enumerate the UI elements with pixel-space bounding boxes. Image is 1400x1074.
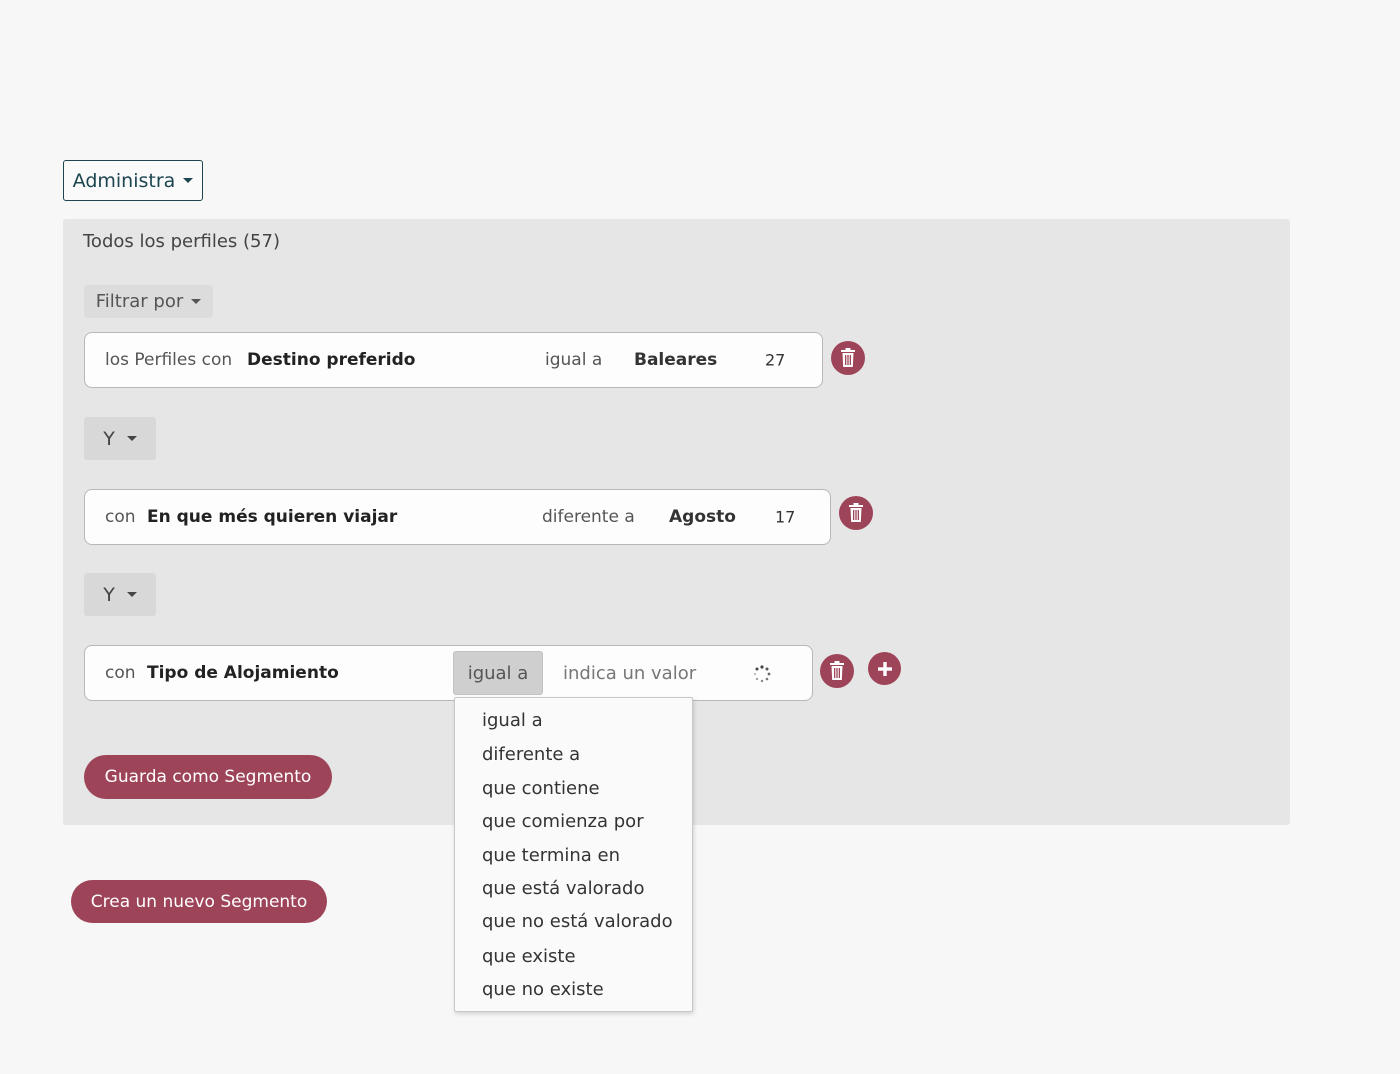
rule-operator[interactable]: diferente a (542, 507, 635, 527)
rule-prefix: con (105, 507, 136, 527)
trash-icon (841, 348, 855, 367)
operator-option[interactable]: que termina en (482, 845, 620, 866)
operator-option[interactable]: diferente a (482, 744, 580, 765)
filter-rule-2[interactable]: con En que més quieren viajar diferente … (84, 489, 831, 545)
save-as-segment-button[interactable]: Guarda como Segmento (84, 755, 332, 799)
operator-dropdown-menu: igual a diferente a que contiene que com… (454, 697, 693, 1012)
operator-option[interactable]: que contiene (482, 778, 600, 799)
rule-value[interactable]: Baleares (634, 350, 717, 370)
delete-rule-1-button[interactable] (831, 341, 865, 375)
operator-select[interactable]: igual a (453, 651, 543, 695)
filter-by-label: Filtrar por (95, 291, 184, 312)
rule-field[interactable]: Tipo de Alojamiento (147, 663, 339, 683)
rule-value-input[interactable] (563, 658, 733, 688)
filter-by-button[interactable]: Filtrar por (84, 285, 213, 318)
rule-value[interactable]: Agosto (669, 507, 736, 527)
rule-count: 27 (765, 350, 786, 370)
connector-and-button-1[interactable]: Y (84, 417, 156, 460)
operator-option[interactable]: que está valorado (482, 878, 644, 899)
connector-and-button-2[interactable]: Y (84, 573, 156, 616)
operator-option[interactable]: que no existe (482, 979, 604, 1000)
trash-icon (830, 661, 844, 680)
caret-down-icon (183, 178, 194, 183)
filter-rule-1[interactable]: los Perfiles con Destino preferido igual… (84, 332, 823, 388)
connector-label: Y (103, 427, 115, 450)
connector-label: Y (103, 583, 115, 606)
add-rule-button[interactable] (868, 652, 901, 685)
panel-title: Todos los perfiles (57) (83, 231, 280, 252)
operator-option[interactable]: que no está valorado (482, 911, 673, 932)
delete-rule-2-button[interactable] (839, 496, 873, 530)
administra-label: Administra (72, 169, 176, 192)
filter-rule-3[interactable]: con Tipo de Alojamiento igual a (84, 645, 813, 701)
rule-prefix: con (105, 663, 136, 683)
operator-option[interactable]: que existe (482, 946, 576, 967)
rule-field[interactable]: Destino preferido (247, 350, 415, 370)
caret-down-icon (191, 299, 202, 304)
administra-menu-button[interactable]: Administra (63, 160, 203, 201)
operator-option[interactable]: que comienza por (482, 811, 644, 832)
delete-rule-3-button[interactable] (820, 654, 854, 688)
rule-operator[interactable]: igual a (545, 350, 602, 370)
plus-icon (877, 661, 892, 676)
rule-count: 17 (775, 507, 796, 527)
rule-prefix: los Perfiles con (105, 350, 233, 370)
trash-icon (849, 503, 863, 522)
caret-down-icon (126, 436, 137, 441)
create-new-segment-button[interactable]: Crea un nuevo Segmento (71, 880, 327, 923)
spinner-icon (754, 665, 771, 683)
operator-option[interactable]: igual a (482, 710, 543, 731)
caret-down-icon (126, 592, 137, 597)
rule-field[interactable]: En que més quieren viajar (147, 507, 397, 527)
